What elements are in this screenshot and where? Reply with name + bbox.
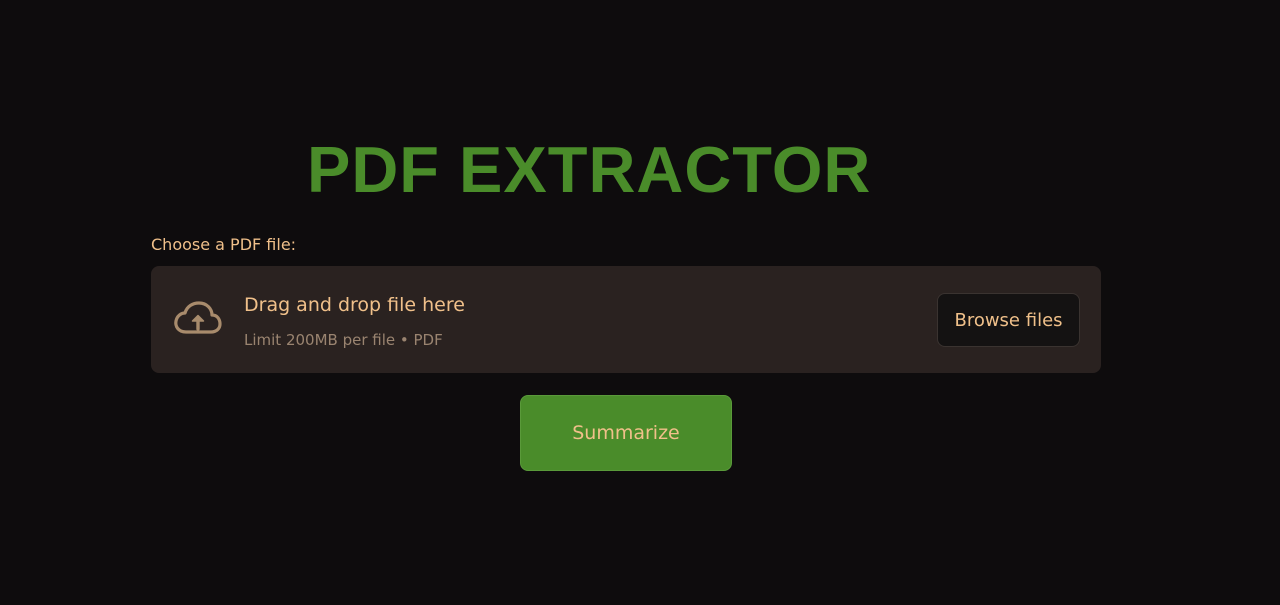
cloud-upload-icon <box>174 301 222 334</box>
summarize-button[interactable]: Summarize <box>520 395 732 471</box>
file-uploader-label: Choose a PDF file: <box>151 235 297 254</box>
app-title: PDF EXTRACTOR <box>307 133 872 206</box>
dropzone-limit-text: Limit 200MB per file • PDF <box>244 331 443 349</box>
dropzone-title: Drag and drop file here <box>244 294 465 316</box>
file-dropzone[interactable]: Drag and drop file here Limit 200MB per … <box>151 266 1101 373</box>
browse-files-button[interactable]: Browse files <box>937 293 1080 347</box>
